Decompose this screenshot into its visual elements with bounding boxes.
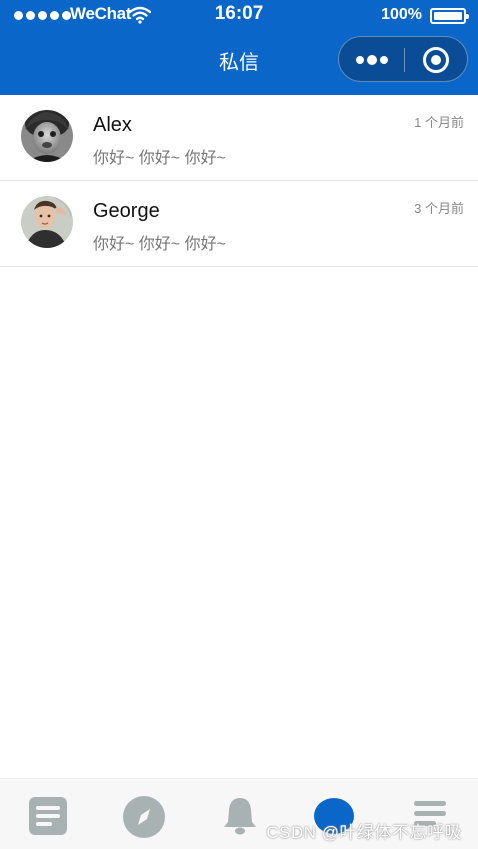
more-button[interactable]: [339, 37, 404, 83]
message-time: 3 个月前: [414, 201, 464, 216]
message-time: 1 个月前: [414, 115, 464, 130]
list-icon: [29, 797, 67, 835]
tab-discover[interactable]: [96, 779, 192, 849]
status-bar: WeChat 16:07 100%: [0, 0, 478, 30]
avatar-george[interactable]: [21, 196, 73, 248]
tab-list[interactable]: [0, 779, 96, 849]
target-circle-icon: [423, 47, 449, 73]
avatar-alex[interactable]: [21, 110, 73, 162]
close-button[interactable]: [405, 37, 469, 83]
message-preview: 你好~ 你好~ 你好~: [93, 150, 226, 167]
message-sender-name: George: [93, 200, 160, 222]
battery-icon: [430, 8, 469, 24]
message-item-alex[interactable]: Alex 你好~ 你好~ 你好~ 1 个月前: [0, 95, 478, 181]
message-preview: 你好~ 你好~ 你好~: [93, 236, 226, 253]
mini-program-capsule: [338, 36, 468, 82]
more-dots-icon: [356, 55, 388, 65]
message-item-george[interactable]: George 你好~ 你好~ 你好~ 3 个月前: [0, 181, 478, 267]
battery-percent: 100%: [381, 6, 422, 23]
bell-icon: [224, 798, 256, 835]
message-sender-name: Alex: [93, 114, 132, 136]
message-list: Alex 你好~ 你好~ 你好~ 1 个月前 George 你好~ 你好~ 你好…: [0, 95, 478, 267]
compass-icon: [123, 796, 165, 838]
watermark: CSDN @叶绿体不忘呼吸: [266, 823, 462, 842]
header: WeChat 16:07 100% 私信: [0, 0, 478, 95]
